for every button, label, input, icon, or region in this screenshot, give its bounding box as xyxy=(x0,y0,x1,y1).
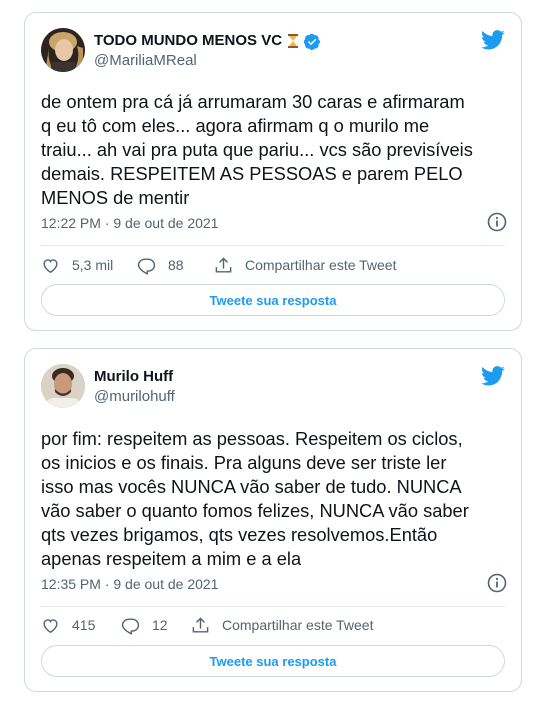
display-name-row[interactable]: Murilo Huff xyxy=(94,368,175,386)
avatar[interactable] xyxy=(41,364,85,408)
display-name-row[interactable]: TODO MUNDO MENOS VC xyxy=(94,32,321,50)
display-name[interactable]: Murilo Huff xyxy=(94,368,173,386)
reply-count: 12 xyxy=(152,617,168,633)
reply-button[interactable]: 88 xyxy=(137,256,214,275)
info-icon[interactable] xyxy=(487,212,507,232)
handle[interactable]: @murilohuff xyxy=(94,387,175,406)
share-button[interactable]: Compartilhar este Tweet xyxy=(191,616,373,635)
display-name[interactable]: TODO MUNDO MENOS VC xyxy=(94,32,282,50)
share-icon xyxy=(192,616,209,633)
handle[interactable]: @MariliaMReal xyxy=(94,51,321,70)
like-button[interactable]: 5,3 mil xyxy=(41,256,137,275)
share-label: Compartilhar este Tweet xyxy=(222,617,374,633)
verified-badge-icon xyxy=(304,33,321,50)
reply-button[interactable]: 12 xyxy=(121,616,191,635)
tweet-actions: 5,3 mil 88 Compartilhar este Tweet xyxy=(41,254,505,276)
tweet-text: por fim: respeitem as pessoas. Respeitem… xyxy=(41,428,469,569)
tweet-reply-button[interactable]: Tweete sua resposta xyxy=(41,645,505,677)
heart-icon xyxy=(43,258,58,273)
avatar[interactable] xyxy=(41,28,85,72)
tweet-reply-button[interactable]: Tweete sua resposta xyxy=(41,284,505,316)
tweet-timestamp[interactable]: 12:22 PM · 9 de out de 2021 xyxy=(41,214,218,232)
like-count: 415 xyxy=(72,617,96,633)
twitter-bird-icon[interactable] xyxy=(481,30,505,50)
divider xyxy=(41,245,505,246)
divider xyxy=(41,606,505,607)
reply-icon xyxy=(137,257,156,275)
like-button[interactable]: 415 xyxy=(41,616,121,635)
hourglass-icon xyxy=(288,34,299,48)
tweet-card[interactable]: TODO MUNDO MENOS VC @MariliaMReal de ont… xyxy=(24,12,522,331)
reply-icon xyxy=(121,617,140,635)
share-button[interactable]: Compartilhar este Tweet xyxy=(214,256,396,275)
info-icon[interactable] xyxy=(487,573,507,593)
share-icon xyxy=(215,256,232,273)
tweet-actions: 415 12 Compartilhar este Tweet xyxy=(41,614,505,636)
tweet-header: Murilo Huff @murilohuff xyxy=(41,364,505,408)
reply-count: 88 xyxy=(168,257,184,273)
tweet-text: de ontem pra cá já arrumaram 30 caras e … xyxy=(41,91,473,208)
heart-icon xyxy=(43,618,58,633)
like-count: 5,3 mil xyxy=(72,257,114,273)
tweet-timestamp[interactable]: 12:35 PM · 9 de out de 2021 xyxy=(41,575,218,593)
share-label: Compartilhar este Tweet xyxy=(245,257,397,273)
tweet-card[interactable]: Murilo Huff @murilohuff por fim: respeit… xyxy=(24,348,522,692)
twitter-bird-icon[interactable] xyxy=(481,366,505,386)
tweet-header: TODO MUNDO MENOS VC @MariliaMReal xyxy=(41,28,505,72)
